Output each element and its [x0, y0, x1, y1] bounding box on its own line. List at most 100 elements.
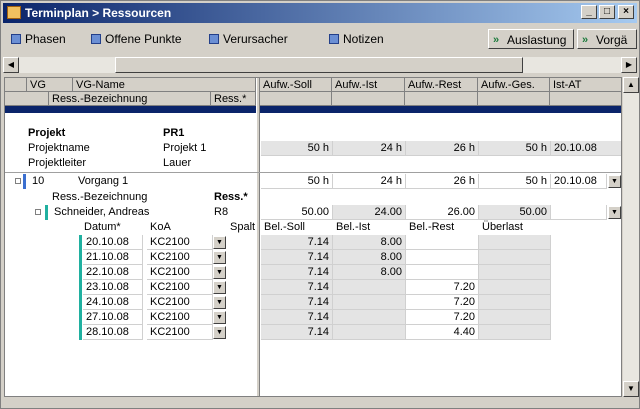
window-title: Terminplan > Ressourcen [25, 6, 172, 20]
scroll-right-icon[interactable]: ▶ [621, 57, 637, 73]
load-rest[interactable]: 7.20 [406, 295, 479, 310]
load-soll: 7.14 [261, 265, 333, 280]
load-soll: 7.14 [261, 310, 333, 325]
main-window: Terminplan > Ressourcen _ □ × Phasen Off… [0, 0, 640, 409]
load-soll: 7.14 [261, 250, 333, 265]
load-date[interactable]: 23.10.08 [83, 280, 143, 295]
project-aufw-rest: 26 h [406, 141, 479, 156]
load-col-spalt: Spalt [230, 221, 256, 233]
col-vg-name[interactable]: VG-Name [73, 78, 256, 92]
verursacher-icon [209, 34, 219, 44]
load-rest[interactable]: 7.20 [406, 310, 479, 325]
minimize-button[interactable]: _ [581, 5, 597, 19]
maximize-button[interactable]: □ [599, 5, 615, 19]
load-soll: 7.14 [261, 295, 333, 310]
load-date[interactable]: 22.10.08 [83, 265, 143, 280]
load-date[interactable]: 27.10.08 [83, 310, 143, 325]
task-aufw-ges[interactable]: 50 h [479, 174, 551, 189]
load-rest[interactable] [406, 235, 479, 250]
resource-marker [45, 205, 48, 220]
koa-dropdown-icon[interactable]: ▼ [213, 296, 226, 309]
koa-dropdown-icon[interactable]: ▼ [213, 311, 226, 324]
koa-dropdown-icon[interactable]: ▼ [213, 251, 226, 264]
koa-dropdown-icon[interactable]: ▼ [213, 281, 226, 294]
task-aufw-soll[interactable]: 50 h [261, 174, 333, 189]
scroll-left-icon[interactable]: ◀ [3, 57, 19, 73]
scroll-up-icon[interactable]: ▲ [623, 77, 639, 93]
project-aufw-soll: 50 h [261, 141, 333, 156]
load-ueberlast [479, 310, 551, 325]
collapse-resource-icon[interactable] [35, 209, 41, 215]
col-aufw-ist[interactable]: Aufw.-Ist [332, 78, 405, 92]
project-lead-label: Projektleiter [28, 157, 87, 169]
resource-ges: 50.00 [479, 205, 551, 220]
load-ueberlast [479, 295, 551, 310]
toolbar-right: » Auslastung » Vorgä [488, 29, 638, 51]
load-koa[interactable]: KC2100 [147, 295, 213, 310]
phasen-button[interactable]: Phasen [9, 29, 84, 49]
col-vg[interactable]: VG [27, 78, 73, 92]
resource-soll[interactable]: 50.00 [261, 205, 333, 220]
pane-splitter[interactable] [256, 78, 260, 396]
load-ist: 8.00 [333, 235, 406, 250]
load-rest[interactable] [406, 265, 479, 280]
load-koa[interactable]: KC2100 [147, 235, 213, 250]
col-ist-at[interactable]: Ist-AT [550, 78, 621, 92]
koa-dropdown-icon[interactable]: ▼ [213, 266, 226, 279]
notizen-button[interactable]: Notizen [327, 29, 405, 49]
load-koa[interactable]: KC2100 [147, 325, 213, 340]
load-col-datum: Datum* [84, 221, 121, 233]
col-ress[interactable]: Ress.* [211, 92, 256, 106]
scroll-thumb[interactable] [115, 57, 523, 73]
load-date[interactable]: 28.10.08 [83, 325, 143, 340]
col-aufw-soll[interactable]: Aufw.-Soll [260, 78, 332, 92]
col-aufw-ges[interactable]: Aufw.-Ges. [478, 78, 550, 92]
title-bar[interactable]: Terminplan > Ressourcen [3, 3, 637, 23]
load-koa[interactable]: KC2100 [147, 265, 213, 280]
offene-punkte-icon [91, 34, 101, 44]
auslastung-button[interactable]: » Auslastung [488, 29, 574, 49]
load-date[interactable]: 24.10.08 [83, 295, 143, 310]
load-koa[interactable]: KC2100 [147, 310, 213, 325]
load-rest[interactable]: 4.40 [406, 325, 479, 340]
load-koa[interactable]: KC2100 [147, 280, 213, 295]
vertical-scrollbar[interactable]: ▲ ▼ [623, 77, 639, 397]
horizontal-scrollbar[interactable]: ◀ ▶ [3, 57, 637, 73]
load-soll: 7.14 [261, 235, 333, 250]
task-ist-at[interactable]: 20.10.08 [551, 174, 607, 189]
res-label: Ress.* [214, 191, 248, 203]
task-aufw-rest[interactable]: 26 h [406, 174, 479, 189]
load-rest[interactable] [406, 250, 479, 265]
resource-dropdown-icon[interactable]: ▼ [608, 206, 621, 219]
collapse-task-icon[interactable] [15, 178, 21, 184]
offene-punkte-button[interactable]: Offene Punkte [89, 29, 204, 49]
load-rest[interactable]: 7.20 [406, 280, 479, 295]
scroll-down-icon[interactable]: ▼ [623, 381, 639, 397]
load-ist [333, 280, 406, 295]
load-soll: 7.14 [261, 325, 333, 340]
load-date[interactable]: 20.10.08 [83, 235, 143, 250]
project-aufw-ges: 50 h [479, 141, 551, 156]
notizen-icon [329, 34, 339, 44]
task-marker [23, 174, 26, 189]
load-ueberlast [479, 265, 551, 280]
project-label: Projekt [28, 127, 66, 139]
col-ress-bez[interactable]: Ress.-Bezeichnung [49, 92, 211, 106]
resource-code: R8 [214, 206, 229, 218]
resource-rest[interactable]: 26.00 [406, 205, 479, 220]
col-aufw-rest[interactable]: Aufw.-Rest [405, 78, 478, 92]
selection-bar [5, 106, 621, 113]
task-dropdown-icon[interactable]: ▼ [608, 175, 621, 188]
load-date[interactable]: 21.10.08 [83, 250, 143, 265]
arrow-right-icon: » [582, 34, 589, 46]
load-koa[interactable]: KC2100 [147, 250, 213, 265]
koa-dropdown-icon[interactable]: ▼ [213, 326, 226, 339]
project-value: PR1 [163, 127, 185, 139]
vorgaenge-button[interactable]: » Vorgä [577, 29, 637, 49]
project-aufw-ist: 24 h [333, 141, 406, 156]
task-id: 10 [32, 175, 45, 187]
task-aufw-ist[interactable]: 24 h [333, 174, 406, 189]
koa-dropdown-icon[interactable]: ▼ [213, 236, 226, 249]
close-button[interactable]: × [618, 5, 634, 19]
verursacher-button[interactable]: Verursacher [207, 29, 325, 49]
